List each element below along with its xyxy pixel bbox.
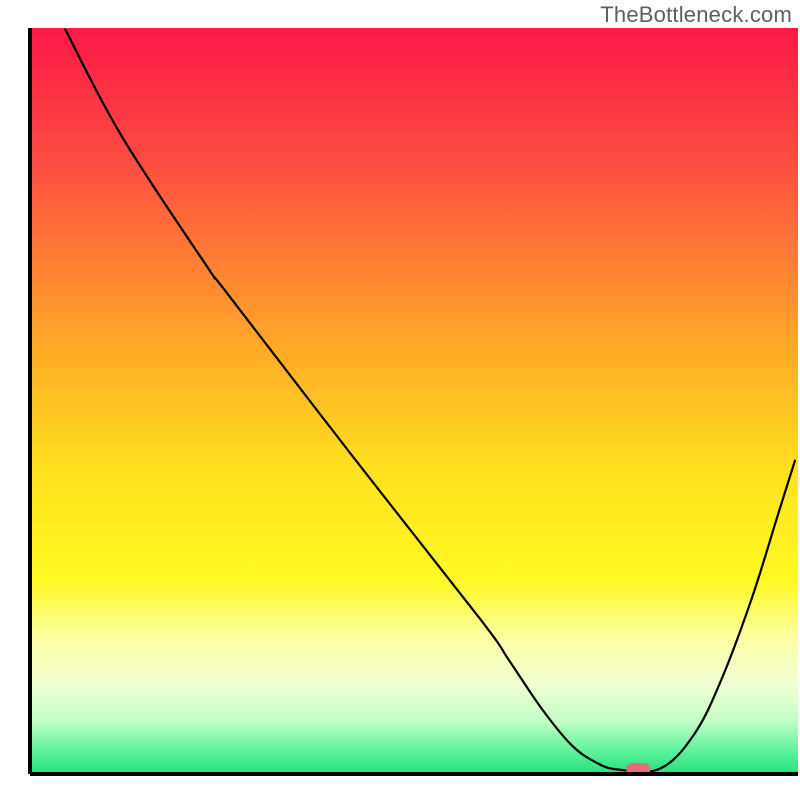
plot-background (30, 28, 798, 774)
bottleneck-chart-container: TheBottleneck.com (0, 0, 800, 800)
watermark-label: TheBottleneck.com (600, 2, 792, 28)
bottleneck-chart-svg (0, 0, 800, 800)
